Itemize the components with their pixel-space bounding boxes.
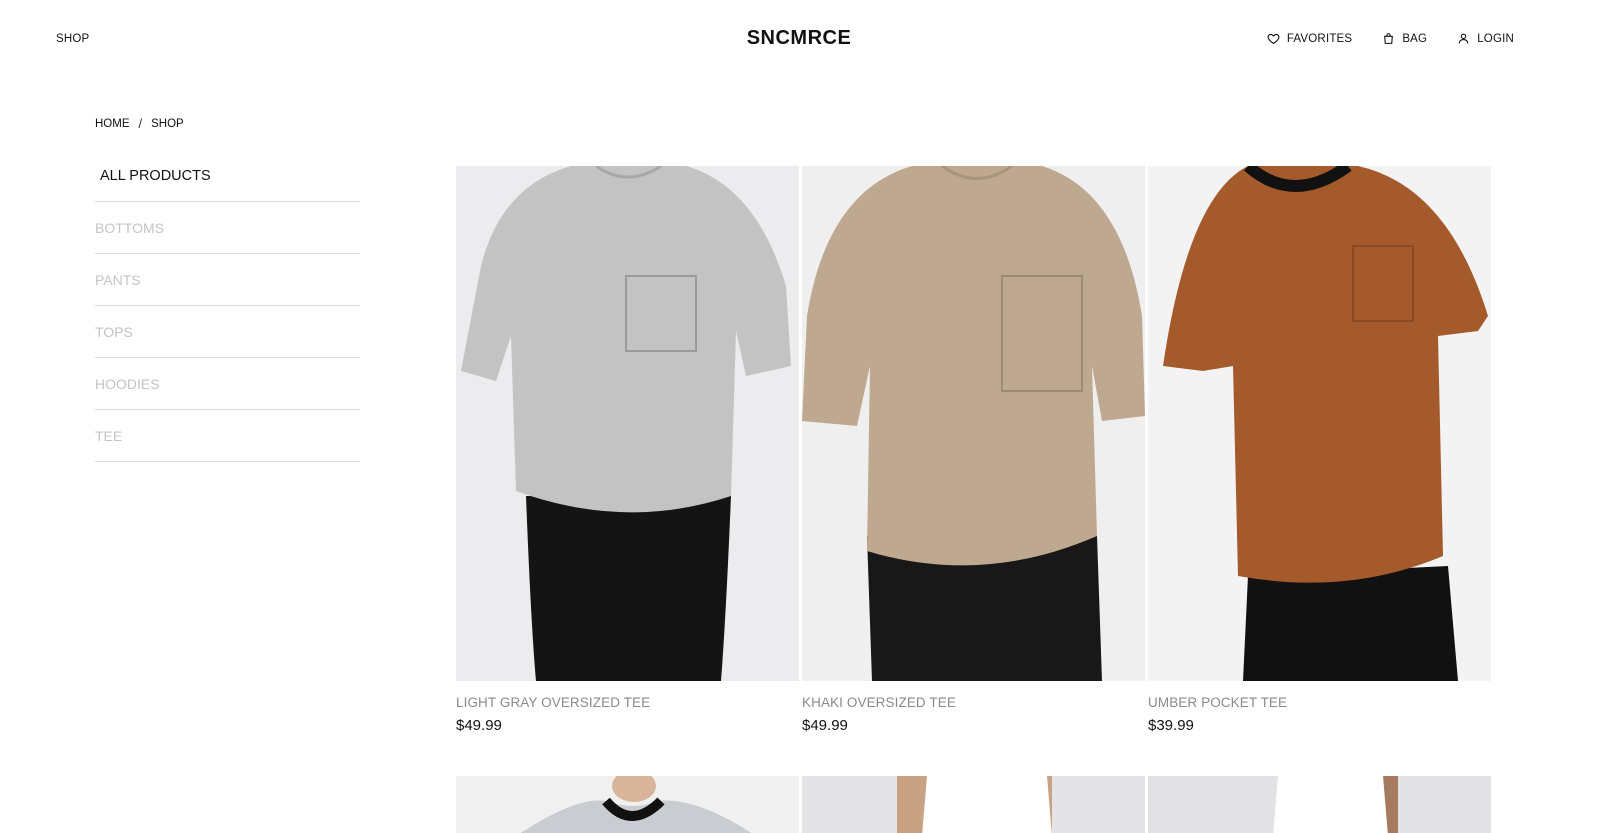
tee-shirt — [922, 776, 1052, 833]
bag-link[interactable]: BAG — [1382, 32, 1427, 45]
heart-icon — [1267, 32, 1280, 45]
user-icon — [1457, 32, 1470, 45]
product-image[interactable] — [802, 166, 1145, 681]
bag-label: BAG — [1402, 32, 1428, 45]
site-header: SHOP SNCMRCE FAVORITES BAG LOGIN — [0, 0, 1598, 80]
product-name[interactable]: KHAKI OVERSIZED TEE — [802, 695, 1145, 710]
product-card[interactable] — [1148, 776, 1491, 833]
product-image[interactable] — [456, 776, 799, 833]
product-price: $49.99 — [802, 717, 848, 734]
product-card[interactable]: UMBER POCKET TEE $39.99 — [1148, 166, 1491, 734]
header-actions: FAVORITES BAG LOGIN — [1267, 32, 1514, 45]
product-card[interactable]: LIGHT GRAY OVERSIZED TEE $49.99 — [456, 166, 799, 734]
shorts — [1243, 566, 1458, 681]
product-name[interactable]: LIGHT GRAY OVERSIZED TEE — [456, 695, 799, 710]
product-name[interactable]: UMBER POCKET TEE — [1148, 695, 1491, 710]
model-arm — [897, 776, 927, 833]
product-image[interactable] — [456, 166, 799, 681]
product-card[interactable] — [456, 776, 799, 833]
product-price: $49.99 — [456, 717, 502, 734]
category-pants[interactable]: PANTS — [95, 254, 360, 306]
product-image[interactable] — [1148, 166, 1491, 681]
category-hoodies[interactable]: HOODIES — [95, 358, 360, 410]
product-card[interactable]: KHAKI OVERSIZED TEE $49.99 — [802, 166, 1145, 734]
category-all-products[interactable]: ALL PRODUCTS — [95, 150, 360, 202]
login-link[interactable]: LOGIN — [1457, 32, 1514, 45]
bag-icon — [1382, 32, 1395, 45]
breadcrumb-home[interactable]: HOME — [95, 118, 130, 130]
breadcrumb: HOME / SHOP — [95, 116, 184, 131]
shorts — [526, 496, 731, 681]
category-sidebar: ALL PRODUCTS BOTTOMS PANTS TOPS HOODIES … — [95, 150, 360, 462]
category-bottoms[interactable]: BOTTOMS — [95, 202, 360, 254]
category-tee[interactable]: TEE — [95, 410, 360, 462]
breadcrumb-separator: / — [138, 116, 143, 131]
favorites-label: FAVORITES — [1286, 32, 1353, 45]
breadcrumb-current: SHOP — [151, 117, 184, 130]
login-label: LOGIN — [1477, 32, 1514, 45]
favorites-link[interactable]: FAVORITES — [1267, 32, 1353, 45]
product-card[interactable] — [802, 776, 1145, 833]
product-image[interactable] — [1148, 776, 1491, 833]
tee-shirt — [1273, 776, 1388, 833]
product-image[interactable] — [802, 776, 1145, 833]
category-tops[interactable]: TOPS — [95, 306, 360, 358]
product-price: $39.99 — [1148, 717, 1194, 734]
